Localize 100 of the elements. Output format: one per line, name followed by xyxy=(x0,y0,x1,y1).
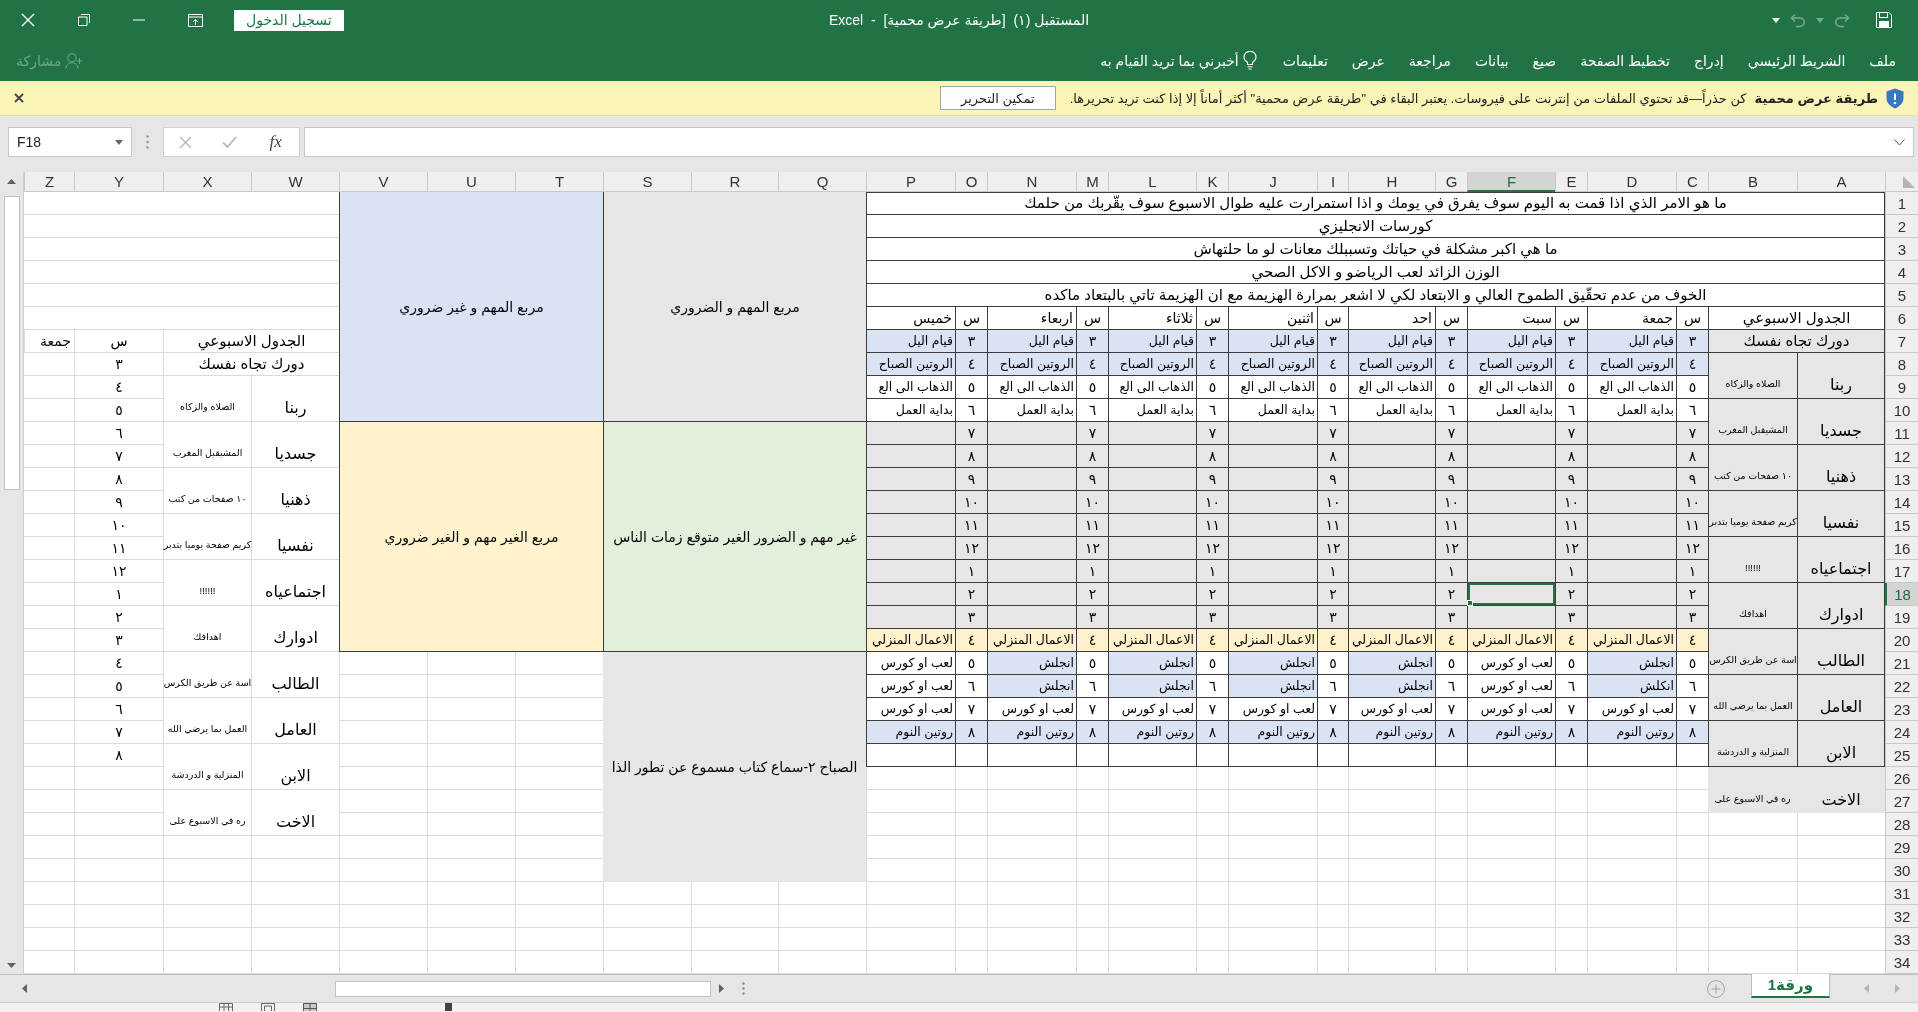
vertical-dots-icon[interactable] xyxy=(742,982,745,995)
column-header[interactable]: O xyxy=(955,172,987,192)
row-header[interactable]: 34 xyxy=(1885,951,1918,974)
column-header[interactable]: N xyxy=(987,172,1076,192)
name-box[interactable]: F18 xyxy=(8,127,132,157)
column-header[interactable]: W xyxy=(251,172,339,192)
column-header[interactable]: B xyxy=(1708,172,1797,192)
column-header[interactable]: I xyxy=(1317,172,1348,192)
column-header[interactable]: D xyxy=(1587,172,1676,192)
column-header[interactable]: A xyxy=(1797,172,1885,192)
row-header[interactable]: 8 xyxy=(1885,353,1918,376)
column-header[interactable]: K xyxy=(1196,172,1228,192)
row-header[interactable]: 18 xyxy=(1885,583,1918,606)
column-header[interactable]: P xyxy=(866,172,955,192)
insert-function-button[interactable]: fx xyxy=(267,132,284,152)
save-icon[interactable] xyxy=(1876,12,1892,28)
column-header[interactable]: J xyxy=(1228,172,1317,192)
column-header[interactable]: X xyxy=(163,172,251,192)
ribbon-tab[interactable]: مراجعة xyxy=(1396,49,1463,72)
ribbon-tab[interactable]: تخطيط الصفحة xyxy=(1568,49,1682,72)
row-header[interactable]: 26 xyxy=(1885,767,1918,790)
row-header[interactable]: 29 xyxy=(1885,836,1918,859)
ribbon-tab[interactable]: إدراج xyxy=(1681,49,1736,72)
arrow-right-icon[interactable] xyxy=(719,984,724,993)
row-header[interactable]: 16 xyxy=(1885,537,1918,560)
sign-in-button[interactable]: تسجيل الدخول xyxy=(234,9,344,31)
row-header[interactable]: 31 xyxy=(1885,882,1918,905)
column-header[interactable]: Q xyxy=(778,172,866,192)
zoom-slider-thumb[interactable] xyxy=(445,1003,452,1011)
row-header[interactable]: 14 xyxy=(1885,491,1918,514)
arrow-left-icon[interactable] xyxy=(22,984,27,993)
close-icon[interactable] xyxy=(14,93,24,103)
row-header[interactable]: 25 xyxy=(1885,744,1918,767)
row-header[interactable]: 6 xyxy=(1885,307,1918,330)
column-header[interactable]: S xyxy=(603,172,691,192)
row-header[interactable]: 22 xyxy=(1885,675,1918,698)
column-header[interactable]: U xyxy=(427,172,515,192)
row-header[interactable]: 9 xyxy=(1885,376,1918,399)
select-all-button[interactable] xyxy=(1885,172,1918,192)
row-header[interactable]: 12 xyxy=(1885,445,1918,468)
row-header[interactable]: 32 xyxy=(1885,905,1918,928)
column-header[interactable]: C xyxy=(1676,172,1708,192)
row-header[interactable]: 10 xyxy=(1885,399,1918,422)
ribbon-tab[interactable]: صيغ xyxy=(1520,49,1569,72)
row-header[interactable]: 23 xyxy=(1885,698,1918,721)
column-header[interactable]: Z xyxy=(24,172,74,192)
add-sheet-button[interactable] xyxy=(1706,979,1725,998)
row-header[interactable]: 30 xyxy=(1885,859,1918,882)
ribbon-tab[interactable]: الشريط الرئيسي xyxy=(1735,49,1858,72)
vertical-dots-icon[interactable] xyxy=(146,135,149,149)
caret-down-icon[interactable] xyxy=(115,139,123,145)
column-header[interactable]: V xyxy=(339,172,427,192)
column-header[interactable]: H xyxy=(1348,172,1435,192)
row-header[interactable]: 7 xyxy=(1885,330,1918,353)
row-header[interactable]: 27 xyxy=(1885,790,1918,813)
arrow-up-icon[interactable] xyxy=(7,179,16,184)
ribbon-tab[interactable]: بيانات xyxy=(1462,49,1521,72)
column-header[interactable]: G xyxy=(1435,172,1467,192)
ribbon-tab[interactable]: عرض xyxy=(1339,49,1397,72)
table-cell: لعب او كورس xyxy=(1467,675,1555,698)
sheet-tab[interactable]: ورقة1 xyxy=(1750,974,1830,998)
caret-down-icon[interactable] xyxy=(1772,17,1780,23)
row-header[interactable]: 13 xyxy=(1885,468,1918,491)
page-layout-icon[interactable] xyxy=(261,1003,275,1011)
chevron-down-icon[interactable] xyxy=(1894,138,1905,146)
row-header[interactable]: 28 xyxy=(1885,813,1918,836)
row-header[interactable]: 33 xyxy=(1885,928,1918,951)
row-header[interactable]: 1 xyxy=(1885,192,1918,215)
row-header[interactable]: 17 xyxy=(1885,560,1918,583)
scrollbar-thumb[interactable] xyxy=(335,980,711,997)
column-header[interactable]: L xyxy=(1108,172,1196,192)
arrow-down-icon[interactable] xyxy=(7,963,16,968)
row-header[interactable]: 15 xyxy=(1885,514,1918,537)
column-header[interactable]: R xyxy=(691,172,778,192)
row-header[interactable]: 19 xyxy=(1885,606,1918,629)
vertical-scrollbar[interactable] xyxy=(0,172,24,974)
enable-editing-button[interactable]: تمكين التحرير xyxy=(940,86,1056,110)
column-header[interactable]: Y xyxy=(74,172,163,192)
row-header[interactable]: 4 xyxy=(1885,261,1918,284)
column-header[interactable]: F xyxy=(1467,172,1555,192)
column-header[interactable]: M xyxy=(1076,172,1108,192)
window-arrow-icon[interactable] xyxy=(188,13,203,27)
row-header[interactable]: 3 xyxy=(1885,238,1918,261)
fill-handle[interactable] xyxy=(1467,600,1473,606)
formula-input[interactable] xyxy=(304,127,1914,157)
row-header[interactable]: 21 xyxy=(1885,652,1918,675)
restore-icon[interactable] xyxy=(78,14,90,26)
row-header[interactable]: 5 xyxy=(1885,284,1918,307)
tell-me-search[interactable]: أخبرني بما تريد القيام به xyxy=(1098,49,1259,72)
column-header[interactable]: E xyxy=(1555,172,1587,192)
row-header[interactable]: 2 xyxy=(1885,215,1918,238)
ribbon-tab[interactable]: ملف xyxy=(1857,49,1908,72)
page-break-icon[interactable] xyxy=(303,1003,317,1011)
grid-view-icon[interactable] xyxy=(219,1003,233,1011)
row-header[interactable]: 11 xyxy=(1885,422,1918,445)
ribbon-tab[interactable]: تعليمات xyxy=(1270,49,1340,72)
column-header[interactable]: T xyxy=(515,172,603,192)
row-header[interactable]: 24 xyxy=(1885,721,1918,744)
row-header[interactable]: 20 xyxy=(1885,629,1918,652)
scrollbar-thumb[interactable] xyxy=(3,196,20,490)
